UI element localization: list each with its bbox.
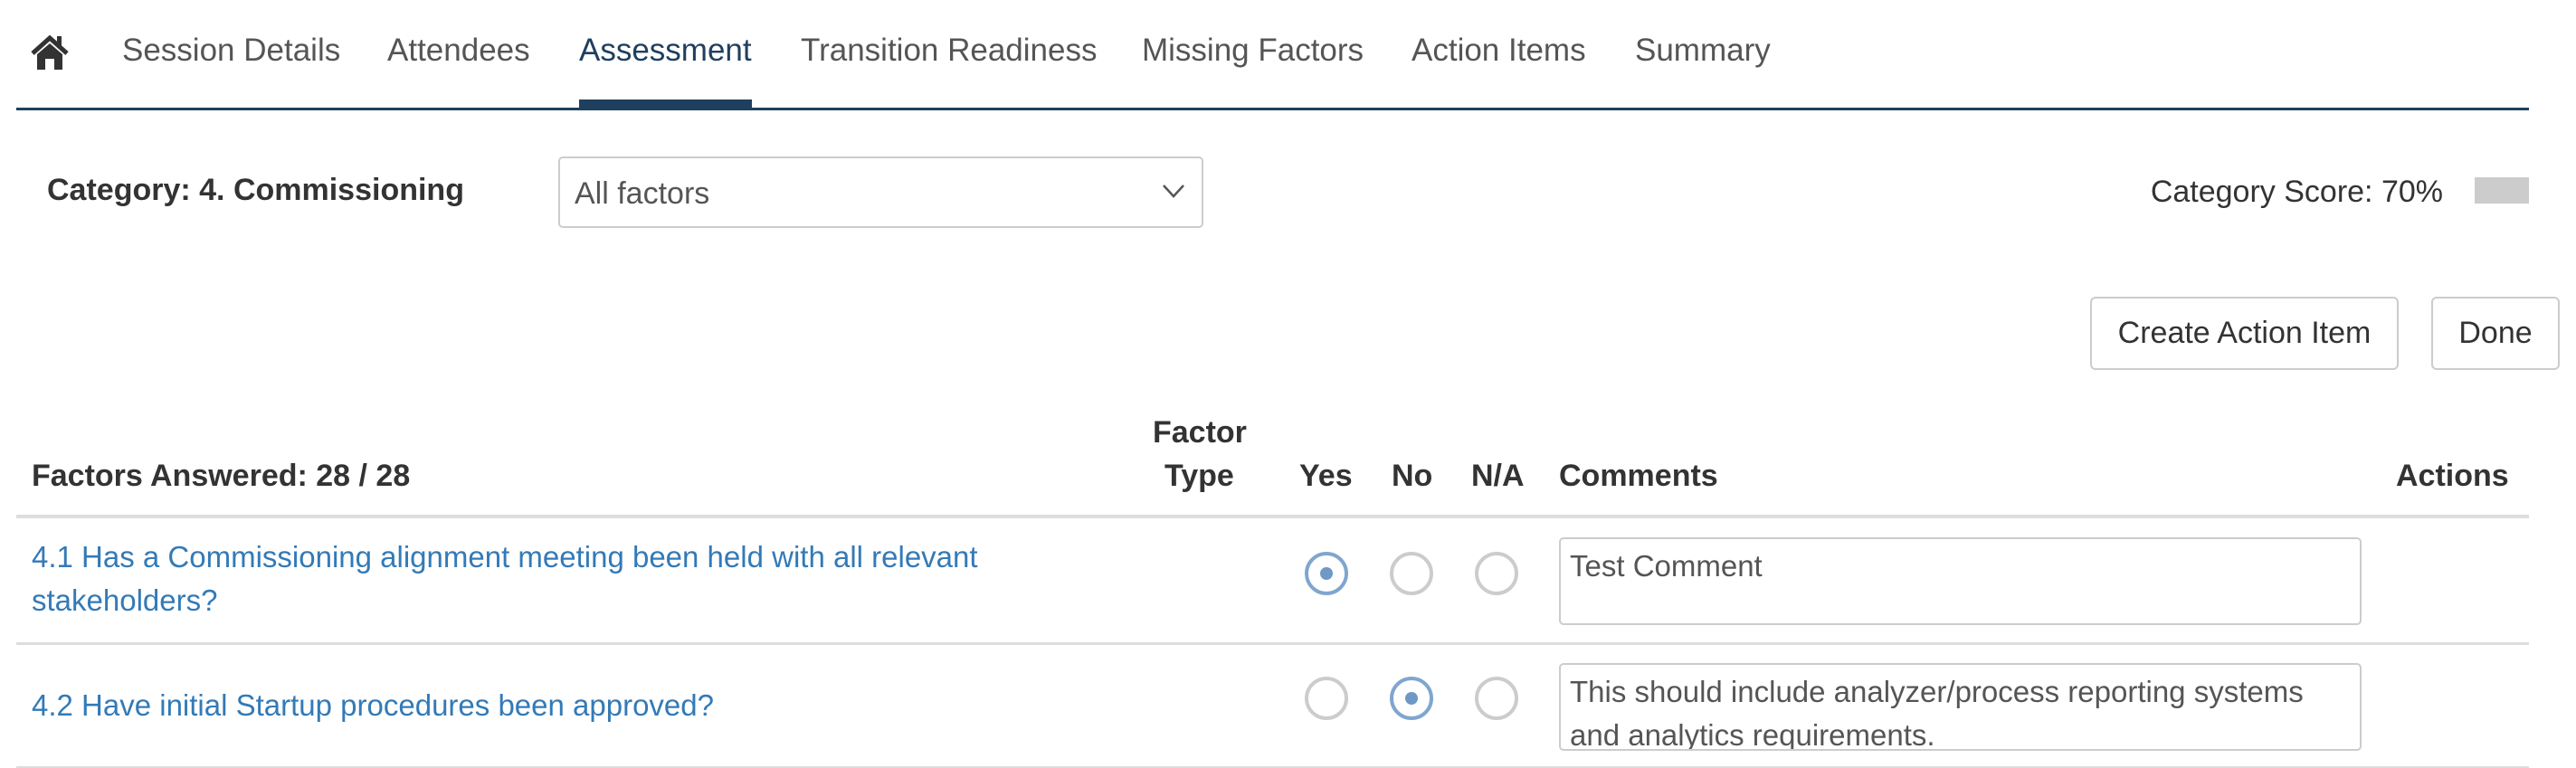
answer-no-radio[interactable] [1390,677,1433,720]
answer-yes-radio[interactable] [1305,677,1348,720]
category-score: Category Score: 70% [2150,175,2443,209]
tab-transition-readiness[interactable]: Transition Readiness [801,33,1097,108]
tab-session-details[interactable]: Session Details [122,33,340,108]
comment-textarea[interactable]: Test Comment [1559,537,2362,625]
yes-header: Yes [1299,459,1353,493]
create-action-item-button[interactable]: Create Action Item [2090,297,2399,370]
na-header: N/A [1471,459,1525,493]
actions-header: Actions [2396,459,2509,493]
done-button[interactable]: Done [2431,297,2560,370]
factor-filter-select[interactable]: All factors [558,156,1203,228]
category-title: Category: 4. Commissioning [47,173,464,207]
answer-na-radio[interactable] [1475,552,1518,595]
answer-no-radio[interactable] [1390,552,1433,595]
factors-answered-header: Factors Answered: 28 / 28 [32,459,411,493]
comment-textarea[interactable]: This should include analyzer/process rep… [1559,663,2362,751]
home-button[interactable] [31,34,69,71]
tab-attendees[interactable]: Attendees [387,33,530,108]
tab-missing-factors[interactable]: Missing Factors [1142,33,1364,108]
tab-assessment[interactable]: Assessment [579,33,752,108]
comments-header: Comments [1559,459,1718,493]
answer-na-radio[interactable] [1475,677,1518,720]
no-header: No [1392,459,1433,493]
assessment-nav-tabs: Session Details Attendees Assessment Tra… [16,0,2529,110]
tab-action-items[interactable]: Action Items [1412,33,1586,108]
factor-question-link[interactable]: 4.1 Has a Commissioning alignment meetin… [32,536,1054,622]
chevron-down-icon [1163,185,1184,198]
factor-type-header-line2: Type [1164,459,1234,493]
header-divider [16,515,2529,518]
factor-type-header-line1: Factor [1153,415,1247,450]
tab-summary[interactable]: Summary [1635,33,1771,108]
answer-yes-radio[interactable] [1305,552,1348,595]
factor-filter-value: All factors [575,176,710,211]
category-score-indicator [2475,177,2529,204]
row-divider [16,642,2529,645]
factor-question-link[interactable]: 4.2 Have initial Startup procedures been… [32,684,1054,727]
home-icon [31,34,69,70]
